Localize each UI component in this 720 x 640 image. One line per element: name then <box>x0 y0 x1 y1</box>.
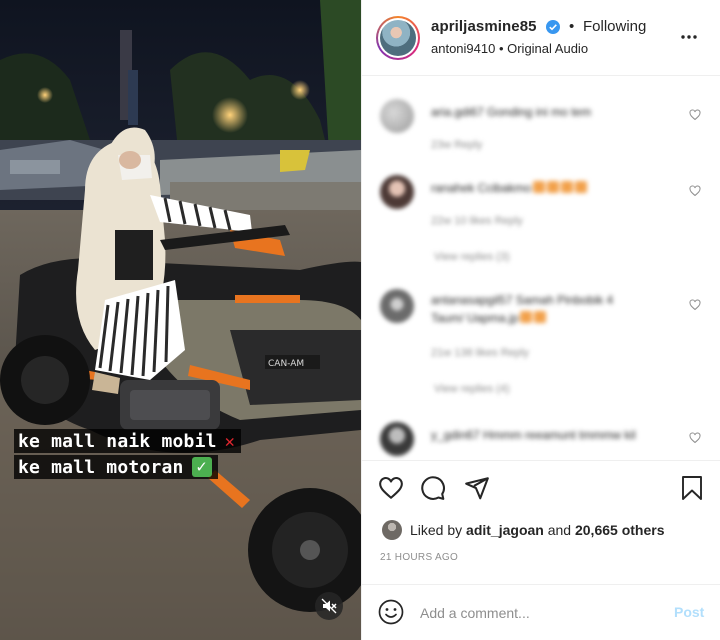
liker-username-link[interactable]: adit_jagoan <box>466 522 544 538</box>
likes-count-link[interactable]: 20,665 others <box>575 522 665 538</box>
bookmark-icon[interactable] <box>680 475 704 501</box>
audio-attribution[interactable]: antoni9410 • Original Audio <box>431 41 588 56</box>
comment-input[interactable] <box>420 599 660 627</box>
comment-meta: 22w 10 likes Reply <box>431 215 523 227</box>
caption-line-1: ke mall naik mobil ✕ <box>14 429 242 453</box>
post-timestamp[interactable]: 21 HOURS AGO <box>380 552 458 563</box>
comments-list: aria.gdi67 Gonding ini mo tem 23w Reply … <box>362 77 720 460</box>
svg-text:CAN-AM: CAN-AM <box>268 359 304 369</box>
avatar-image <box>380 20 416 56</box>
verified-badge-icon <box>546 20 560 34</box>
comment-like-icon[interactable] <box>689 299 701 311</box>
liked-and-label: and <box>547 522 572 538</box>
comment-text-line-2: Taum/ Uapma.jp <box>431 311 547 325</box>
post-video[interactable]: CAN-AM ke mall naik mobil ✕ ke mall moto… <box>0 0 361 640</box>
view-replies-link[interactable]: View replies (3) <box>434 251 510 263</box>
more-options-icon[interactable] <box>680 28 698 46</box>
profile-avatar[interactable] <box>376 16 420 60</box>
mute-icon <box>321 598 337 614</box>
likes-text: Liked by adit_jagoan and 20,665 others <box>410 522 664 538</box>
comment-avatar[interactable] <box>380 289 414 323</box>
view-replies-link[interactable]: View replies (4) <box>434 383 510 395</box>
comment-meta: 21w 138 likes Reply <box>431 347 529 359</box>
comment-avatar[interactable] <box>380 422 414 456</box>
share-icon[interactable] <box>464 475 490 501</box>
caption-text-2: ke mall motoran <box>18 457 184 478</box>
comment-like-icon[interactable] <box>689 109 701 121</box>
cross-mark-icon: ✕ <box>224 432 236 452</box>
caption-text-1: ke mall naik mobil <box>18 431 217 452</box>
comment-text: aria.gdi67 Gonding ini mo tem <box>431 105 592 119</box>
comment-text: ranahek Ccibakmo <box>431 181 588 195</box>
heart-icon[interactable] <box>378 475 404 501</box>
add-comment-bar: Post <box>362 584 720 640</box>
liked-by-label: Liked by <box>410 522 463 538</box>
comment-icon[interactable] <box>420 475 446 501</box>
post-header: apriljasmine85 • Following antoni9410 • … <box>362 0 720 76</box>
following-button[interactable]: Following <box>583 18 646 35</box>
comment-meta: 23w Reply <box>431 139 483 151</box>
comment-avatar[interactable] <box>380 99 414 133</box>
liker-avatar[interactable] <box>382 520 402 540</box>
post-actions: Liked by adit_jagoan and 20,665 others 2… <box>362 460 720 584</box>
likes-summary: Liked by adit_jagoan and 20,665 others <box>382 519 664 541</box>
username-link[interactable]: apriljasmine85 <box>431 18 537 35</box>
comment-text: antanasapgil57 Samah Pinbobik 4 <box>431 293 614 307</box>
comment-like-icon[interactable] <box>689 432 701 444</box>
comment-text: y_gdin67 Hmmm reeamunt tmmmw kil <box>431 428 636 442</box>
mute-button[interactable] <box>315 592 343 620</box>
caption-line-2: ke mall motoran ✓ <box>14 455 218 479</box>
header-separator: • <box>569 18 575 35</box>
post-details-panel: apriljasmine85 • Following antoni9410 • … <box>361 0 720 640</box>
emoji-icon[interactable] <box>378 599 404 625</box>
post-comment-button[interactable]: Post <box>674 604 704 620</box>
comment-like-icon[interactable] <box>689 185 701 197</box>
video-frame: CAN-AM <box>0 0 361 640</box>
check-mark-icon: ✓ <box>191 457 212 477</box>
comment-avatar[interactable] <box>380 175 414 209</box>
